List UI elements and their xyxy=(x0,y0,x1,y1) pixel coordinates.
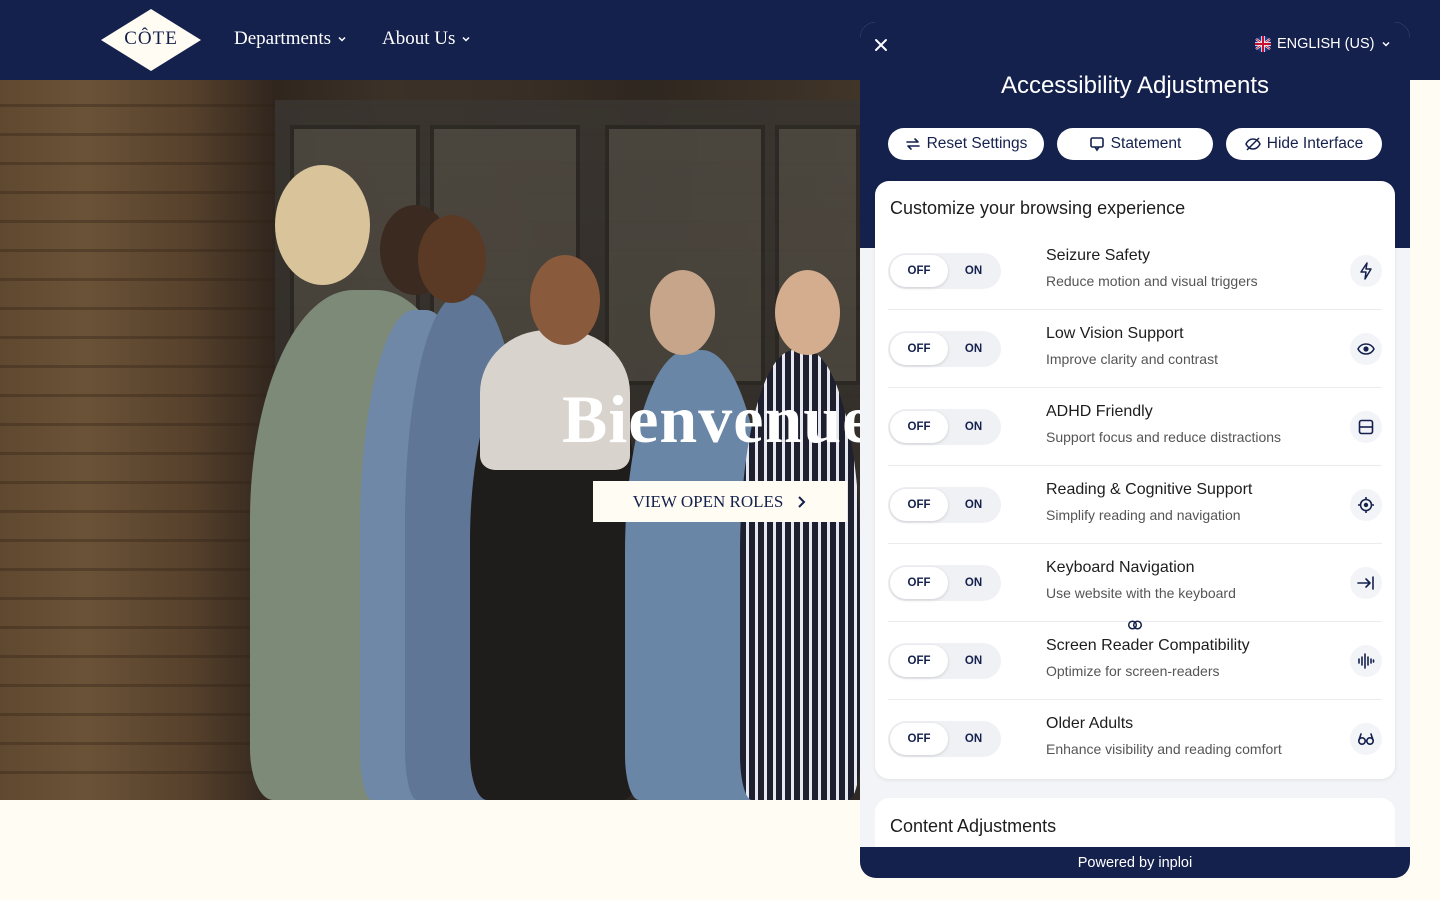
uk-flag-icon xyxy=(1255,36,1271,52)
low-vision-toggle[interactable]: OFF ON xyxy=(888,331,1001,367)
close-icon[interactable] xyxy=(870,34,892,56)
screen-reader-toggle[interactable]: OFF ON xyxy=(888,643,1001,679)
profiles-section-title: Customize your browsing experience xyxy=(890,198,1186,218)
nav-departments-label: Departments xyxy=(234,28,332,49)
chevron-down-icon xyxy=(1381,41,1390,47)
toggle-off-label: OFF xyxy=(890,567,948,599)
cote-logo[interactable]: CÔTE xyxy=(100,8,202,72)
logo-text: CÔTE xyxy=(124,28,178,49)
nav-departments[interactable]: Departments xyxy=(234,28,347,50)
glasses-icon xyxy=(1350,723,1382,755)
profile-desc: Simplify reading and navigation xyxy=(1046,507,1241,523)
hero-title: Bienvenue xyxy=(562,381,860,457)
view-open-roles-button[interactable]: VIEW OPEN ROLES xyxy=(593,481,847,522)
language-label: ENGLISH (US) xyxy=(1277,36,1375,52)
profile-row-low-vision: OFF ON Low Vision Support Improve clarit… xyxy=(888,310,1382,388)
toggle-on-label: ON xyxy=(964,343,983,355)
toggle-off-label: OFF xyxy=(890,333,948,365)
toggle-on-label: ON xyxy=(964,733,983,745)
hero-person-head xyxy=(775,270,840,355)
content-adjustments-title: Content Adjustments xyxy=(890,816,1057,836)
chevron-down-icon xyxy=(338,36,346,42)
toggle-on-label: ON xyxy=(964,577,983,589)
profile-desc: Support focus and reduce distractions xyxy=(1046,429,1282,445)
lightning-icon xyxy=(1350,255,1382,287)
nav-about-us-label: About Us xyxy=(382,28,456,49)
reset-settings-label: Reset Settings xyxy=(926,135,1028,152)
eye-slash-icon xyxy=(1244,137,1261,151)
profile-title: Keyboard Navigation xyxy=(1046,559,1195,576)
hero-person-head xyxy=(650,270,715,355)
profile-title: ADHD Friendly xyxy=(1046,403,1153,420)
toggle-on-label: ON xyxy=(964,499,983,511)
hide-interface-button[interactable]: Hide Interface xyxy=(1226,128,1382,160)
target-icon xyxy=(1350,489,1382,521)
tab-arrow-icon xyxy=(1350,567,1382,599)
focus-frame-icon xyxy=(1350,411,1382,443)
profile-row-older-adults: OFF ON Older Adults Enhance visibility a… xyxy=(888,700,1382,778)
hero-section: Bienvenue VIEW OPEN ROLES xyxy=(0,80,860,800)
profiles-card: Customize your browsing experience OFF O… xyxy=(875,181,1395,779)
profile-desc: Reduce motion and visual triggers xyxy=(1046,273,1258,289)
profile-row-adhd: OFF ON ADHD Friendly Support focus and r… xyxy=(888,388,1382,466)
hide-interface-label: Hide Interface xyxy=(1266,135,1364,152)
language-selector[interactable]: ENGLISH (US) xyxy=(1255,36,1391,52)
profile-title: Reading & Cognitive Support xyxy=(1046,481,1253,498)
hero-person-head xyxy=(275,165,370,285)
accessibility-panel: ENGLISH (US) Accessibility Adjustments R… xyxy=(860,22,1410,878)
view-open-roles-label: VIEW OPEN ROLES xyxy=(632,491,784,511)
audio-wave-icon xyxy=(1350,645,1382,677)
profile-title: Older Adults xyxy=(1046,715,1134,732)
nav-about-us[interactable]: About Us xyxy=(382,28,471,50)
keyboard-navigation-toggle[interactable]: OFF ON xyxy=(888,565,1001,601)
profile-desc: Enhance visibility and reading comfort xyxy=(1046,741,1282,757)
panel-title: Accessibility Adjustments xyxy=(1000,72,1270,99)
eye-icon xyxy=(1350,333,1382,365)
powered-by-label: Powered by inploi xyxy=(1077,854,1193,871)
toggle-on-label: ON xyxy=(964,421,983,433)
toggle-off-label: OFF xyxy=(890,255,948,287)
toggle-on-label: ON xyxy=(964,655,983,667)
profile-title: Low Vision Support xyxy=(1046,325,1184,342)
toggle-off-label: OFF xyxy=(890,411,948,443)
powered-by-footer[interactable]: Powered by inploi xyxy=(860,847,1410,878)
reset-arrows-icon xyxy=(905,138,920,150)
chevron-right-icon xyxy=(798,495,806,508)
statement-label: Statement xyxy=(1110,135,1182,152)
profile-desc: Improve clarity and contrast xyxy=(1046,351,1218,367)
older-adults-toggle[interactable]: OFF ON xyxy=(888,721,1001,757)
hero-person-head xyxy=(530,255,600,345)
statement-icon xyxy=(1089,137,1104,152)
reset-settings-button[interactable]: Reset Settings xyxy=(888,128,1044,160)
profile-title: Screen Reader Compatibility xyxy=(1046,637,1250,654)
profile-title: Seizure Safety xyxy=(1046,247,1151,264)
link-icon[interactable] xyxy=(1126,616,1144,634)
profile-row-keyboard-navigation: OFF ON Keyboard Navigation Use website w… xyxy=(888,544,1382,622)
profile-row-seizure-safety: OFF ON Seizure Safety Reduce motion and … xyxy=(888,232,1382,310)
adhd-friendly-toggle[interactable]: OFF ON xyxy=(888,409,1001,445)
profile-desc: Optimize for screen-readers xyxy=(1046,663,1220,679)
seizure-safety-toggle[interactable]: OFF ON xyxy=(888,253,1001,289)
statement-button[interactable]: Statement xyxy=(1057,128,1213,160)
toggle-off-label: OFF xyxy=(890,723,948,755)
toggle-off-label: OFF xyxy=(890,489,948,521)
hero-person-head xyxy=(418,215,486,303)
profile-desc: Use website with the keyboard xyxy=(1046,585,1236,601)
toggle-off-label: OFF xyxy=(890,645,948,677)
chevron-down-icon xyxy=(462,36,470,42)
profile-row-reading-cognitive: OFF ON Reading & Cognitive Support Simpl… xyxy=(888,466,1382,544)
toggle-on-label: ON xyxy=(964,265,983,277)
reading-cognitive-toggle[interactable]: OFF ON xyxy=(888,487,1001,523)
